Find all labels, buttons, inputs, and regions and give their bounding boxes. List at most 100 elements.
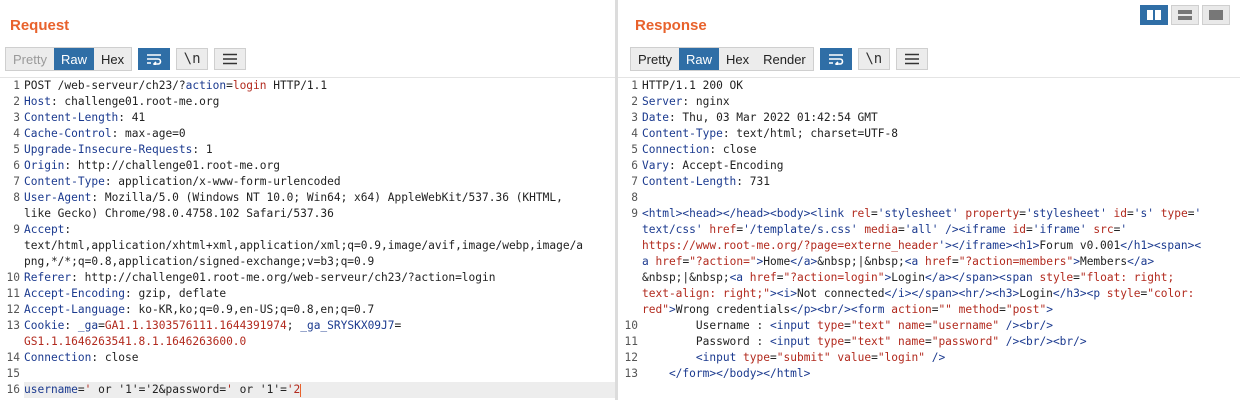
code-line[interactable]: png,*/*;q=0.8,application/signed-exchang… xyxy=(0,254,615,270)
code-line[interactable]: 9 Accept: xyxy=(0,222,615,238)
code-text[interactable]: text-align: right;"><i>Not connected</i>… xyxy=(642,286,1194,302)
code-text[interactable]: </form></body></html> xyxy=(642,366,810,382)
code-line[interactable]: 2 Server: nginx xyxy=(618,94,1240,110)
code-text[interactable]: Connection: close xyxy=(24,350,139,366)
code-text[interactable]: Vary: Accept-Encoding xyxy=(642,158,783,174)
code-text[interactable]: User-Agent: Mozilla/5.0 (Windows NT 10.0… xyxy=(24,190,563,206)
code-line[interactable]: a href="?action=">Home</a>&nbsp;|&nbsp;<… xyxy=(618,254,1240,270)
code-text[interactable]: Accept-Language: ko-KR,ko;q=0.9,en-US;q=… xyxy=(24,302,374,318)
code-text[interactable]: Referer: http://challenge01.root-me.org/… xyxy=(24,270,496,286)
code-line[interactable]: text/html,application/xhtml+xml,applicat… xyxy=(0,238,615,254)
code-line[interactable]: 12 Accept-Language: ko-KR,ko;q=0.9,en-US;… xyxy=(0,302,615,318)
tab-pretty[interactable]: Pretty xyxy=(631,48,679,70)
code-text[interactable]: Content-Length: 41 xyxy=(24,110,145,126)
code-text[interactable]: Connection: close xyxy=(642,142,757,158)
code-line[interactable]: 4 Content-Type: text/html; charset=UTF-8 xyxy=(618,126,1240,142)
code-line[interactable]: 7 Content-Type: application/x-www-form-ur… xyxy=(0,174,615,190)
single-pane-layout-icon[interactable] xyxy=(1202,5,1230,25)
code-text[interactable]: Accept: xyxy=(24,222,71,238)
code-line[interactable]: 15 xyxy=(0,366,615,382)
tab-raw[interactable]: Raw xyxy=(678,48,719,70)
newline-toggle-icon[interactable]: \n xyxy=(176,48,209,70)
menu-icon[interactable] xyxy=(214,48,247,70)
code-line[interactable]: 10 Username : <input type="text" name="u… xyxy=(618,318,1240,334)
code-text[interactable]: Username : <input type="text" name="user… xyxy=(642,318,1053,334)
code-text[interactable]: Content-Type: text/html; charset=UTF-8 xyxy=(642,126,898,142)
code-text[interactable]: red">Wrong credentials</p><br/><form act… xyxy=(642,302,1053,318)
code-token: media xyxy=(864,223,898,236)
code-line[interactable]: 13 Cookie: _ga=GA1.1.1303576111.164439197… xyxy=(0,318,615,334)
code-line[interactable]: 9 <html><head></head><body><link rel='sty… xyxy=(618,206,1240,222)
tab-render[interactable]: Render xyxy=(756,48,813,70)
code-text[interactable]: <html><head></head><body><link rel='styl… xyxy=(642,206,1201,222)
code-token: /><iframe xyxy=(945,223,1013,236)
response-editor[interactable]: 1 HTTP/1.1 200 OK 2 Server: nginx 3 Date: Thu… xyxy=(618,77,1240,400)
code-text[interactable]: <input type="submit" value="login" /> xyxy=(642,350,945,366)
code-text[interactable]: a href="?action=">Home</a>&nbsp;|&nbsp;<… xyxy=(642,254,1154,270)
newline-toggle-icon[interactable]: \n xyxy=(857,48,890,70)
code-line[interactable]: 12 <input type="submit" value="login" /> xyxy=(618,350,1240,366)
stacked-layout-icon[interactable] xyxy=(1171,5,1199,25)
wrap-lines-icon[interactable] xyxy=(819,48,852,70)
code-line[interactable]: 7 Content-Length: 731 xyxy=(618,174,1240,190)
request-editor[interactable]: 1 POST /web-serveur/ch23/?action=login HT… xyxy=(0,77,615,400)
code-text[interactable]: Cache-Control: max-age=0 xyxy=(24,126,186,142)
code-line[interactable]: 5 Upgrade-Insecure-Requests: 1 xyxy=(0,142,615,158)
code-text[interactable]: Content-Length: 731 xyxy=(642,174,770,190)
code-line[interactable]: 2 Host: challenge01.root-me.org xyxy=(0,94,615,110)
code-line[interactable]: 16 username=' or '1'='2&password=' or '1'… xyxy=(0,382,615,398)
code-line[interactable]: text/css' href='/template/s.css' media='… xyxy=(618,222,1240,238)
code-text[interactable]: Cookie: _ga=GA1.1.1303576111.1644391974;… xyxy=(24,318,401,334)
code-text[interactable]: Date: Thu, 03 Mar 2022 01:42:54 GMT xyxy=(642,110,878,126)
code-line[interactable]: GS1.1.1646263541.8.1.1646263600.0 xyxy=(0,334,615,350)
code-text[interactable]: Password : <input type="text" name="pass… xyxy=(642,334,1087,350)
code-text[interactable]: username=' or '1'='2&password=' or '1'='… xyxy=(24,382,615,398)
code-line[interactable]: 14 Connection: close xyxy=(0,350,615,366)
code-text[interactable]: https://www.root-me.org/?page=externe_he… xyxy=(642,238,1201,254)
code-token: ' xyxy=(226,383,233,396)
code-line[interactable]: 1 HTTP/1.1 200 OK xyxy=(618,78,1240,94)
tab-hex[interactable]: Hex xyxy=(94,48,131,70)
code-line[interactable]: 6 Vary: Accept-Encoding xyxy=(618,158,1240,174)
code-text[interactable]: GS1.1.1646263541.8.1.1646263600.0 xyxy=(24,334,246,350)
tab-hex[interactable]: Hex xyxy=(719,48,756,70)
code-line[interactable]: text-align: right;"><i>Not connected</i>… xyxy=(618,286,1240,302)
tab-pretty[interactable]: Pretty xyxy=(6,48,54,70)
code-text[interactable]: Accept-Encoding: gzip, deflate xyxy=(24,286,226,302)
code-line[interactable]: 6 Origin: http://challenge01.root-me.org xyxy=(0,158,615,174)
code-text[interactable]: Host: challenge01.root-me.org xyxy=(24,94,219,110)
code-text[interactable]: Server: nginx xyxy=(642,94,730,110)
code-text[interactable]: Content-Type: application/x-www-form-url… xyxy=(24,174,341,190)
wrap-lines-icon[interactable] xyxy=(138,48,171,70)
code-line[interactable]: red">Wrong credentials</p><br/><form act… xyxy=(618,302,1240,318)
code-line[interactable]: 8 xyxy=(618,190,1240,206)
menu-icon[interactable] xyxy=(895,48,928,70)
code-text[interactable]: text/css' href='/template/s.css' media='… xyxy=(642,222,1127,238)
code-line[interactable]: like Gecko) Chrome/98.0.4758.102 Safari/… xyxy=(0,206,615,222)
code-text[interactable]: png,*/*;q=0.8,application/signed-exchang… xyxy=(24,254,374,270)
code-line[interactable]: 3 Date: Thu, 03 Mar 2022 01:42:54 GMT xyxy=(618,110,1240,126)
code-line[interactable]: 10 Referer: http://challenge01.root-me.or… xyxy=(0,270,615,286)
code-text[interactable]: &nbsp;|&nbsp;<a href="?action=login">Log… xyxy=(642,270,1174,286)
code-text[interactable]: Upgrade-Insecure-Requests: 1 xyxy=(24,142,213,158)
side-by-side-layout-icon[interactable] xyxy=(1140,5,1168,25)
code-line[interactable]: &nbsp;|&nbsp;<a href="?action=login">Log… xyxy=(618,270,1240,286)
code-text[interactable]: HTTP/1.1 200 OK xyxy=(642,78,743,94)
code-token: <input xyxy=(769,335,818,348)
code-text[interactable]: like Gecko) Chrome/98.0.4758.102 Safari/… xyxy=(24,206,334,222)
code-token: ><i> xyxy=(769,287,797,300)
code-text[interactable]: Origin: http://challenge01.root-me.org xyxy=(24,158,280,174)
code-line[interactable]: 8 User-Agent: Mozilla/5.0 (Windows NT 10.… xyxy=(0,190,615,206)
code-line[interactable]: 13 </form></body></html> xyxy=(618,366,1240,382)
code-line[interactable]: https://www.root-me.org/?page=externe_he… xyxy=(618,238,1240,254)
code-line[interactable]: 5 Connection: close xyxy=(618,142,1240,158)
code-line[interactable]: 3 Content-Length: 41 xyxy=(0,110,615,126)
code-line[interactable]: 1 POST /web-serveur/ch23/?action=login HT… xyxy=(0,78,615,94)
code-line[interactable]: 11 Password : <input type="text" name="p… xyxy=(618,334,1240,350)
code-line[interactable]: 11 Accept-Encoding: gzip, deflate xyxy=(0,286,615,302)
code-token: 'stylesheet' xyxy=(1025,207,1114,220)
tab-raw[interactable]: Raw xyxy=(53,48,94,70)
code-text[interactable]: text/html,application/xhtml+xml,applicat… xyxy=(24,238,583,254)
code-line[interactable]: 4 Cache-Control: max-age=0 xyxy=(0,126,615,142)
code-text[interactable]: POST /web-serveur/ch23/?action=login HTT… xyxy=(24,78,327,94)
